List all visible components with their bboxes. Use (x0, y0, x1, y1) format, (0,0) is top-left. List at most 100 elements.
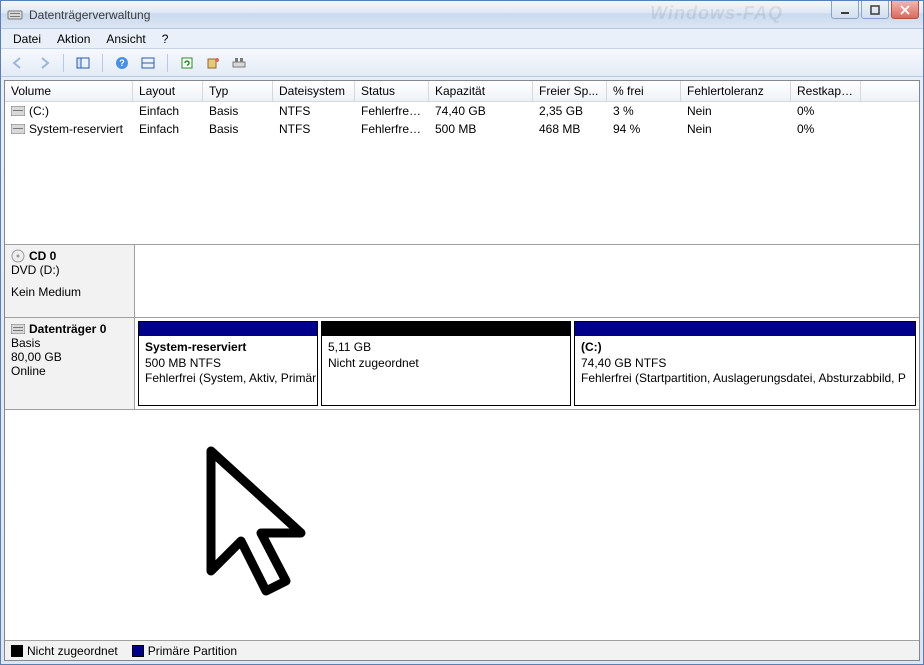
vol-name: System-reserviert (5, 120, 133, 138)
col-fault[interactable]: Fehlertoleranz (681, 81, 791, 101)
drive-icon (11, 124, 25, 134)
disk0-row[interactable]: Datenträger 0 Basis 80,00 GB Online Syst… (5, 318, 919, 410)
minimize-icon (840, 5, 850, 15)
volume-list-pane[interactable]: Volume Layout Typ Dateisystem Status Kap… (5, 81, 919, 245)
menu-action[interactable]: Aktion (49, 30, 98, 48)
partition-primary[interactable]: (C:)74,40 GB NTFSFehlerfrei (Startpartit… (574, 321, 916, 406)
action-icon (206, 56, 220, 70)
col-free[interactable]: Freier Sp... (533, 81, 607, 101)
partition-header (322, 322, 570, 336)
vol-capacity: 74,40 GB (429, 102, 533, 120)
action-button[interactable] (202, 52, 224, 74)
vol-free: 468 MB (533, 120, 607, 138)
close-icon (900, 5, 910, 15)
col-layout[interactable]: Layout (133, 81, 203, 101)
minimize-button[interactable] (831, 1, 859, 19)
menu-file[interactable]: Datei (5, 30, 49, 48)
pane2-icon (141, 56, 155, 70)
window-title: Datenträgerverwaltung (29, 8, 150, 22)
toolbar-separator (63, 54, 64, 72)
col-rest[interactable]: Restkapazi... (791, 81, 861, 101)
disk0-partitions: System-reserviert500 MB NTFSFehlerfrei (… (135, 318, 919, 409)
col-volume[interactable]: Volume (5, 81, 133, 101)
cd0-info: CD 0 DVD (D:) Kein Medium (5, 245, 135, 317)
cd0-parts (135, 245, 919, 317)
col-type[interactable]: Typ (203, 81, 273, 101)
vol-layout: Einfach (133, 120, 203, 138)
cd0-drive: DVD (D:) (11, 263, 128, 277)
disk0-info: Datenträger 0 Basis 80,00 GB Online (5, 318, 135, 409)
vol-fs: NTFS (273, 120, 355, 138)
watermark-text: Windows-FAQ (650, 3, 783, 24)
maximize-icon (870, 5, 880, 15)
toolbar-separator (167, 54, 168, 72)
menu-view[interactable]: Ansicht (98, 30, 153, 48)
menu-help[interactable]: ? (154, 30, 177, 48)
vol-fs: NTFS (273, 102, 355, 120)
disk0-type: Basis (11, 336, 128, 350)
vol-status: Fehlerfrei (... (355, 102, 429, 120)
drive-icon (11, 106, 25, 116)
legend-primary: Primäre Partition (132, 644, 237, 658)
settings-icon (232, 56, 246, 70)
vol-fault: Nein (681, 102, 791, 120)
cd0-name: CD 0 (29, 249, 56, 263)
vol-free: 2,35 GB (533, 102, 607, 120)
forward-arrow-icon (37, 56, 51, 70)
legend-unallocated: Nicht zugeordnet (11, 644, 118, 658)
swatch-primary-icon (132, 645, 144, 657)
refresh-icon (180, 56, 194, 70)
col-fs[interactable]: Dateisystem (273, 81, 355, 101)
show-hide-console-button[interactable] (72, 52, 94, 74)
volume-row[interactable]: (C:)EinfachBasisNTFSFehlerfrei (...74,40… (5, 102, 919, 120)
disk-graphical-pane[interactable]: CD 0 DVD (D:) Kein Medium Datenträger 0 … (5, 245, 919, 640)
swatch-unallocated-icon (11, 645, 23, 657)
maximize-button[interactable] (861, 1, 889, 19)
help-button[interactable]: ? (111, 52, 133, 74)
menubar: Datei Aktion Ansicht ? (1, 29, 923, 49)
partition-body: (C:)74,40 GB NTFSFehlerfrei (Startpartit… (575, 336, 915, 391)
close-button[interactable] (891, 1, 919, 19)
forward-button[interactable] (33, 52, 55, 74)
toolbar-separator (102, 54, 103, 72)
back-arrow-icon (11, 56, 25, 70)
refresh-button[interactable] (176, 52, 198, 74)
disk0-name: Datenträger 0 (29, 322, 106, 336)
disk0-status: Online (11, 364, 128, 378)
partition-body: System-reserviert500 MB NTFSFehlerfrei (… (139, 336, 317, 391)
col-capacity[interactable]: Kapazität (429, 81, 533, 101)
svg-text:?: ? (119, 58, 125, 68)
cd0-row[interactable]: CD 0 DVD (D:) Kein Medium (5, 245, 919, 318)
vol-type: Basis (203, 120, 273, 138)
volume-row[interactable]: System-reserviertEinfachBasisNTFSFehlerf… (5, 120, 919, 138)
cd0-status: Kein Medium (11, 285, 128, 299)
disk-icon (11, 324, 25, 334)
vol-pct: 3 % (607, 102, 681, 120)
legend-bar: Nicht zugeordnet Primäre Partition (5, 640, 919, 660)
back-button[interactable] (7, 52, 29, 74)
vol-pct: 94 % (607, 120, 681, 138)
vol-type: Basis (203, 102, 273, 120)
partition-header (139, 322, 317, 336)
vol-fault: Nein (681, 120, 791, 138)
vol-status: Fehlerfrei (... (355, 120, 429, 138)
pane2-button[interactable] (137, 52, 159, 74)
settings-button[interactable] (228, 52, 250, 74)
vol-rest: 0% (791, 120, 861, 138)
cd-icon (11, 249, 25, 263)
toolbar: ? (1, 49, 923, 77)
col-pct[interactable]: % frei (607, 81, 681, 101)
partition-unallocated[interactable]: 5,11 GBNicht zugeordnet (321, 321, 571, 406)
partition-primary[interactable]: System-reserviert500 MB NTFSFehlerfrei (… (138, 321, 318, 406)
col-status[interactable]: Status (355, 81, 429, 101)
vol-rest: 0% (791, 102, 861, 120)
partition-header (575, 322, 915, 336)
pane-icon (76, 56, 90, 70)
partition-body: 5,11 GBNicht zugeordnet (322, 336, 570, 375)
vol-capacity: 500 MB (429, 120, 533, 138)
content-area: Volume Layout Typ Dateisystem Status Kap… (4, 80, 920, 661)
window-controls (829, 1, 919, 19)
volume-header-row: Volume Layout Typ Dateisystem Status Kap… (5, 81, 919, 102)
app-icon (7, 7, 23, 23)
disk-management-window: Datenträgerverwaltung Windows-FAQ Datei … (0, 0, 924, 665)
